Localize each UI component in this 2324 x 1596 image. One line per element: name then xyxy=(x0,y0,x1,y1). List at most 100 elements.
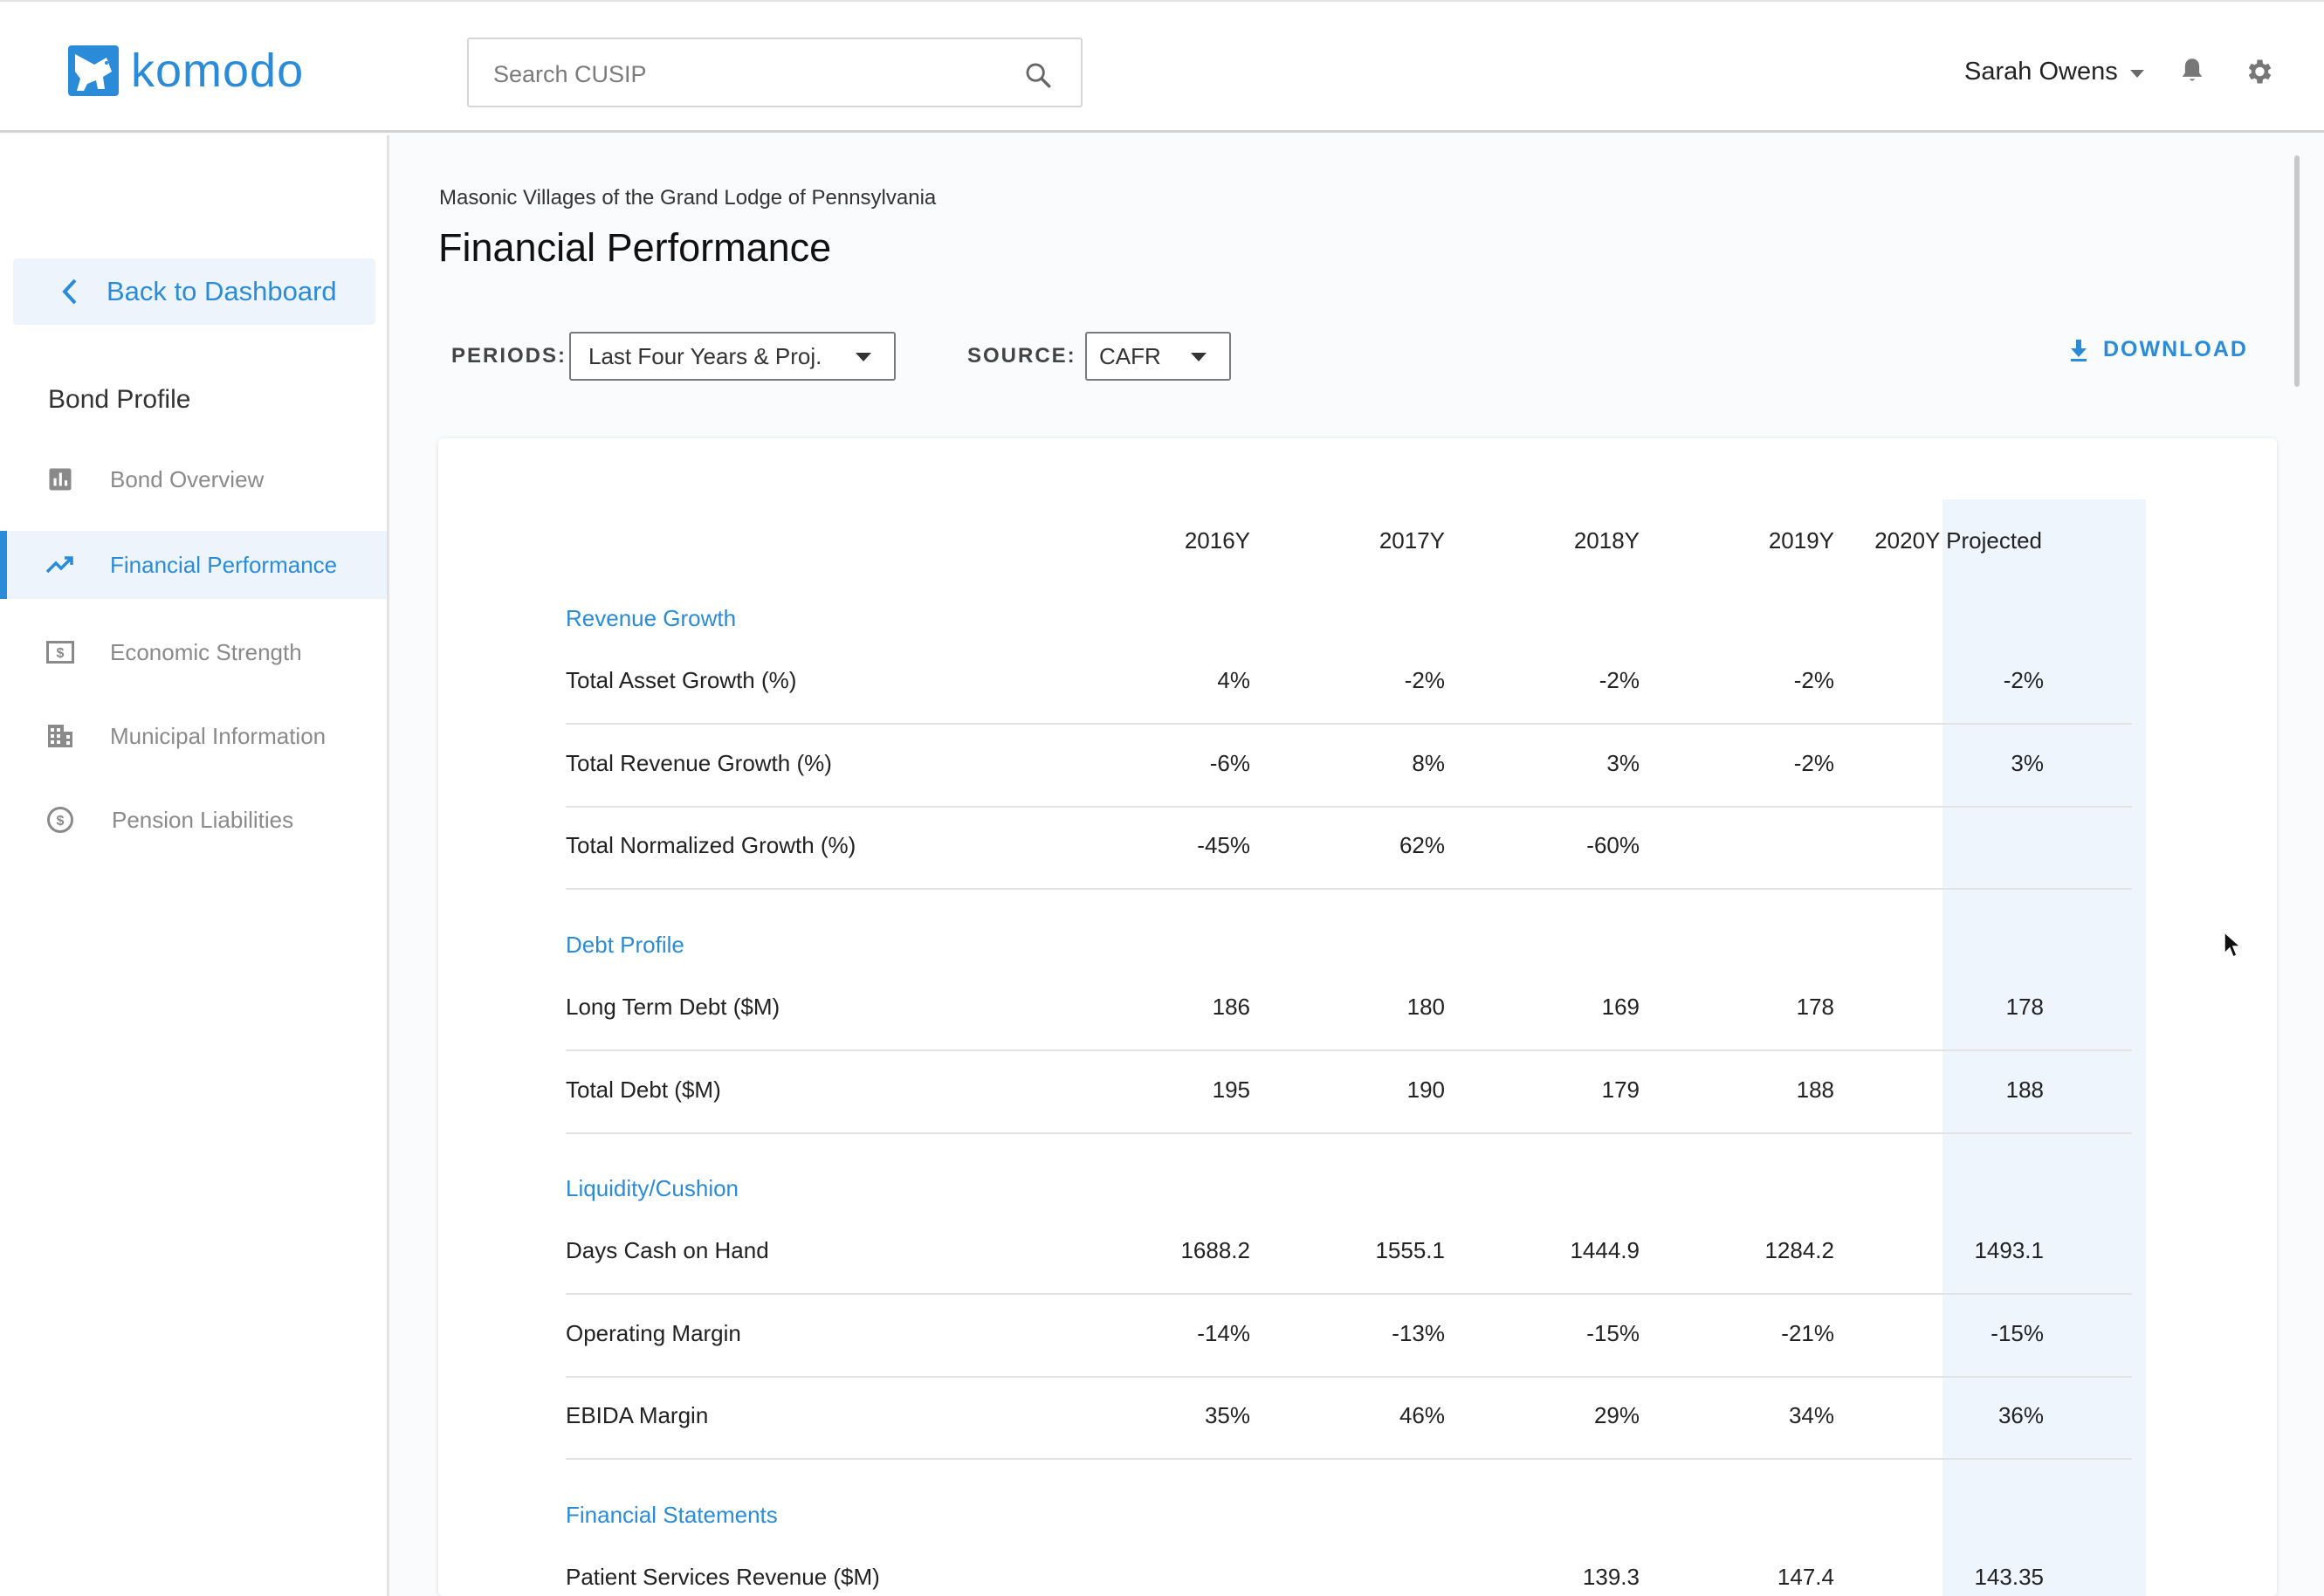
table-cell: 180 xyxy=(1406,994,1445,1020)
table-cell: -21% xyxy=(1781,1319,1834,1346)
komodo-logo[interactable]: komodo xyxy=(68,44,304,98)
financial-table-card: 2016Y 2017Y 2018Y 2019Y 2020Y Projected … xyxy=(438,438,2277,1596)
table-cell: 139.3 xyxy=(1582,1564,1640,1590)
table-cell: -15% xyxy=(1991,1319,2044,1346)
section-title: Financial Statements xyxy=(566,1502,778,1528)
top-bar: komodo Sarah Owens xyxy=(0,0,2324,133)
table-cell: 34% xyxy=(1788,1402,1834,1428)
download-label: DOWNLOAD xyxy=(2103,337,2248,361)
sidebar-item-municipal-information[interactable]: Municipal Information xyxy=(0,702,387,770)
search-box[interactable] xyxy=(467,38,1083,107)
chevron-left-icon xyxy=(44,278,96,306)
table-cell: 179 xyxy=(1601,1076,1640,1103)
section-title: Liquidity/Cushion xyxy=(566,1175,739,1201)
table-cell: 169 xyxy=(1601,994,1640,1020)
table-cell: 190 xyxy=(1406,1076,1445,1103)
table-cell: 1688.2 xyxy=(1180,1237,1250,1263)
building-icon xyxy=(45,721,75,751)
table-cell: -6% xyxy=(1209,749,1250,776)
row-label: Patient Services Revenue ($M) xyxy=(566,1564,880,1590)
bond-profile-heading: Bond Profile xyxy=(48,385,191,414)
dollar-circle-icon: $ xyxy=(45,805,75,835)
sidebar-item-label: Economic Strength xyxy=(110,638,302,665)
dropdown-arrow-icon xyxy=(1191,353,1207,361)
table-cell: 188 xyxy=(1796,1076,1834,1103)
row-label: Total Normalized Growth (%) xyxy=(566,832,856,858)
table-row: Total Debt ($M) 195 190 179 188 188 xyxy=(566,1052,2132,1134)
sidebar-item-label: Pension Liabilities xyxy=(112,806,294,833)
column-header-2020-projected: 2020Y Projected xyxy=(1874,527,2042,554)
dropdown-arrow-icon xyxy=(856,353,871,361)
table-row: Patient Services Revenue ($M) 139.3 147.4 1… xyxy=(566,1539,2132,1596)
periods-value: Last Four Years & Proj. xyxy=(588,342,822,369)
table-cell: 1444.9 xyxy=(1570,1237,1640,1263)
table-cell: -45% xyxy=(1197,832,1250,858)
sidebar-item-label: Financial Performance xyxy=(110,551,338,578)
table-cell: 3% xyxy=(1606,749,1640,776)
chevron-down-icon xyxy=(2129,70,2144,78)
organization-name: Masonic Villages of the Grand Lodge of P… xyxy=(439,186,937,210)
sidebar-item-label: Municipal Information xyxy=(110,722,327,749)
settings-gear-icon[interactable] xyxy=(2243,56,2274,87)
source-select[interactable]: CAFR xyxy=(1085,332,1231,381)
table-cell: 1493.1 xyxy=(1974,1237,2044,1263)
section-title: Debt Profile xyxy=(566,932,684,958)
table-row: EBIDA Margin 35% 46% 29% 34% 36% xyxy=(566,1378,2132,1460)
table-cell: -15% xyxy=(1586,1319,1640,1346)
notification-bell-icon[interactable] xyxy=(2179,56,2205,86)
download-icon xyxy=(2071,339,2087,361)
table-cell: 178 xyxy=(1796,994,1834,1020)
search-input[interactable] xyxy=(493,57,982,92)
row-label: Total Asset Growth (%) xyxy=(566,667,797,693)
sidebar-item-bond-overview[interactable]: Bond Overview xyxy=(0,445,387,513)
table-cell: -2% xyxy=(1404,667,1445,693)
trending-up-icon xyxy=(45,550,75,580)
table-row: Days Cash on Hand 1688.2 1555.1 1444.9 1284.… xyxy=(566,1213,2132,1295)
table-row: Total Normalized Growth (%) -45% 62% -60% xyxy=(566,808,2132,890)
sidebar-item-financial-performance[interactable]: Financial Performance xyxy=(0,531,387,599)
table-row: Long Term Debt ($M) 186 180 169 178 178 xyxy=(566,969,2132,1051)
download-button[interactable]: DOWNLOAD xyxy=(2068,337,2248,362)
sidebar-item-pension-liabilities[interactable]: $ Pension Liabilities xyxy=(0,786,387,854)
table-cell: 35% xyxy=(1204,1402,1250,1428)
source-value: CAFR xyxy=(1099,342,1161,369)
table-cell: 36% xyxy=(1997,1402,2044,1428)
row-label: Operating Margin xyxy=(566,1319,741,1346)
table-cell: 186 xyxy=(1212,994,1250,1020)
periods-label: PERIODS: xyxy=(451,344,567,368)
source-label: SOURCE: xyxy=(967,344,1076,368)
periods-select[interactable]: Last Four Years & Proj. xyxy=(569,332,896,381)
mouse-cursor-icon xyxy=(2224,931,2242,959)
table-cell: 3% xyxy=(2011,749,2044,776)
table-cell: -14% xyxy=(1197,1319,1250,1346)
row-label: EBIDA Margin xyxy=(566,1402,709,1428)
back-to-dashboard-label: Back to Dashboard xyxy=(107,276,337,306)
row-label: Long Term Debt ($M) xyxy=(566,994,780,1020)
table-cell: 178 xyxy=(2005,994,2044,1020)
table-cell: 29% xyxy=(1593,1402,1640,1428)
table-row: Total Revenue Growth (%) -6% 8% 3% -2% 3% xyxy=(566,726,2132,808)
table-cell: 1555.1 xyxy=(1375,1237,1445,1263)
table-cell: -2% xyxy=(2003,667,2044,693)
table-cell: -2% xyxy=(1599,667,1640,693)
sidebar-item-economic-strength[interactable]: $ Economic Strength xyxy=(0,618,387,686)
table-row: Total Asset Growth (%) 4% -2% -2% -2% -2% xyxy=(566,643,2132,725)
row-label: Total Debt ($M) xyxy=(566,1076,721,1103)
user-menu[interactable]: Sarah Owens xyxy=(1964,58,2144,86)
table-cell: -2% xyxy=(1793,749,1834,776)
table-cell: -60% xyxy=(1586,832,1640,858)
sidebar-item-label: Bond Overview xyxy=(110,465,265,492)
back-to-dashboard-button[interactable]: Back to Dashboard xyxy=(13,258,375,325)
user-name: Sarah Owens xyxy=(1964,58,2118,86)
bar-chart-icon xyxy=(45,464,75,494)
scrollbar[interactable] xyxy=(2294,155,2300,387)
table-cell: 1284.2 xyxy=(1764,1237,1834,1263)
brand-name: komodo xyxy=(131,45,305,97)
row-label: Total Revenue Growth (%) xyxy=(566,749,832,776)
page-title: Financial Performance xyxy=(438,225,832,270)
table-cell: 143.35 xyxy=(1974,1564,2044,1590)
table-row: Operating Margin -14% -13% -15% -21% -15% xyxy=(566,1296,2132,1378)
table-cell: 46% xyxy=(1399,1402,1445,1428)
table-cell: 8% xyxy=(1412,749,1445,776)
search-icon[interactable] xyxy=(1023,60,1053,90)
